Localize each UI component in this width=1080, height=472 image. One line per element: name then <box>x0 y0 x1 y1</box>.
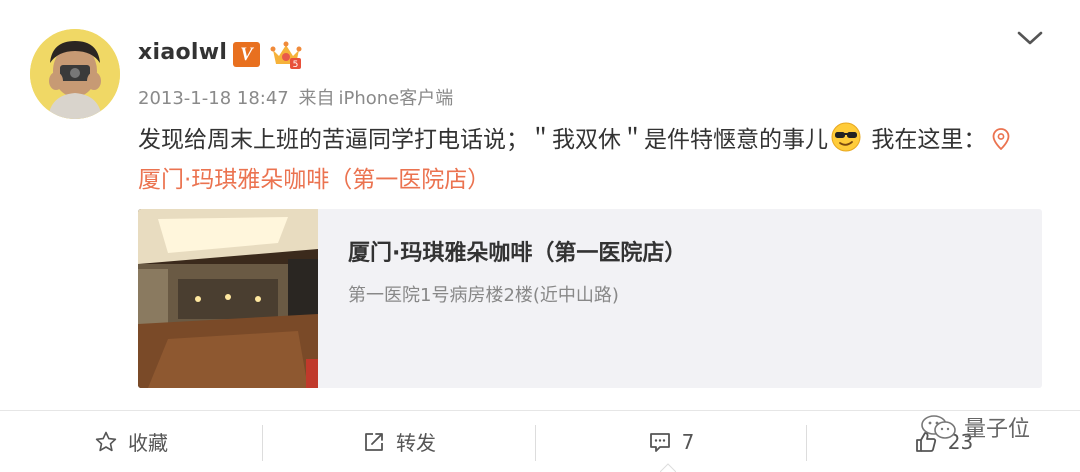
wechat-icon <box>921 415 956 439</box>
chevron-down-icon[interactable] <box>1016 28 1044 48</box>
repost-button[interactable]: 转发 <box>263 411 535 472</box>
avatar[interactable] <box>30 29 120 119</box>
username[interactable]: xiaolwl <box>138 40 227 65</box>
caret-up-icon <box>660 463 676 472</box>
location-thumbnail <box>138 209 318 388</box>
sunglasses-emoji <box>830 121 862 153</box>
action-bar: 收藏 转发 7 23 <box>0 411 1080 472</box>
svg-text:5: 5 <box>293 60 299 70</box>
repost-icon <box>365 432 383 451</box>
post-text-part1: 发现给周末上班的苦逼同学打电话说；＂我双休＂是件特惬意的事儿 <box>138 127 828 153</box>
post-meta: 2013-1-18 18:47 来自 iPhone客户端 <box>138 84 457 110</box>
post-text: 发现给周末上班的苦逼同学打电话说；＂我双休＂是件特惬意的事儿 我在这里： 厦门·… <box>138 120 1038 200</box>
comment-count: 7 <box>681 429 695 454</box>
location-card[interactable]: 厦门·玛琪雅朵咖啡（第一医院店） 第一医院1号病房楼2楼(近中山路) <box>138 209 1042 388</box>
crown-badge-icon: 5 <box>270 40 302 70</box>
favorite-label: 收藏 <box>128 431 168 455</box>
comment-icon <box>649 432 670 452</box>
post-source-prefix: 来自 <box>298 88 335 109</box>
location-link[interactable]: 厦门·玛琪雅朵咖啡（第一医院店） <box>138 167 490 193</box>
weibo-post: xiaolwl V 5 2013-1-18 18:47 来自 iPhone客户端 … <box>0 0 1080 410</box>
verified-v-badge: V <box>233 42 260 67</box>
star-icon <box>95 431 117 451</box>
card-address: 第一医院1号病房楼2楼(近中山路) <box>348 285 619 306</box>
watermark-text: 量子位 <box>964 417 1031 442</box>
repost-label: 转发 <box>396 431 436 455</box>
post-text-part2: 我在这里： <box>871 127 987 153</box>
location-pin-icon[interactable] <box>992 123 1010 151</box>
post-timestamp[interactable]: 2013-1-18 18:47 <box>138 88 289 109</box>
card-title[interactable]: 厦门·玛琪雅朵咖啡（第一医院店） <box>348 235 686 267</box>
favorite-button[interactable]: 收藏 <box>0 411 262 472</box>
post-source[interactable]: iPhone客户端 <box>338 88 453 109</box>
watermark: 量子位 <box>920 409 1030 445</box>
